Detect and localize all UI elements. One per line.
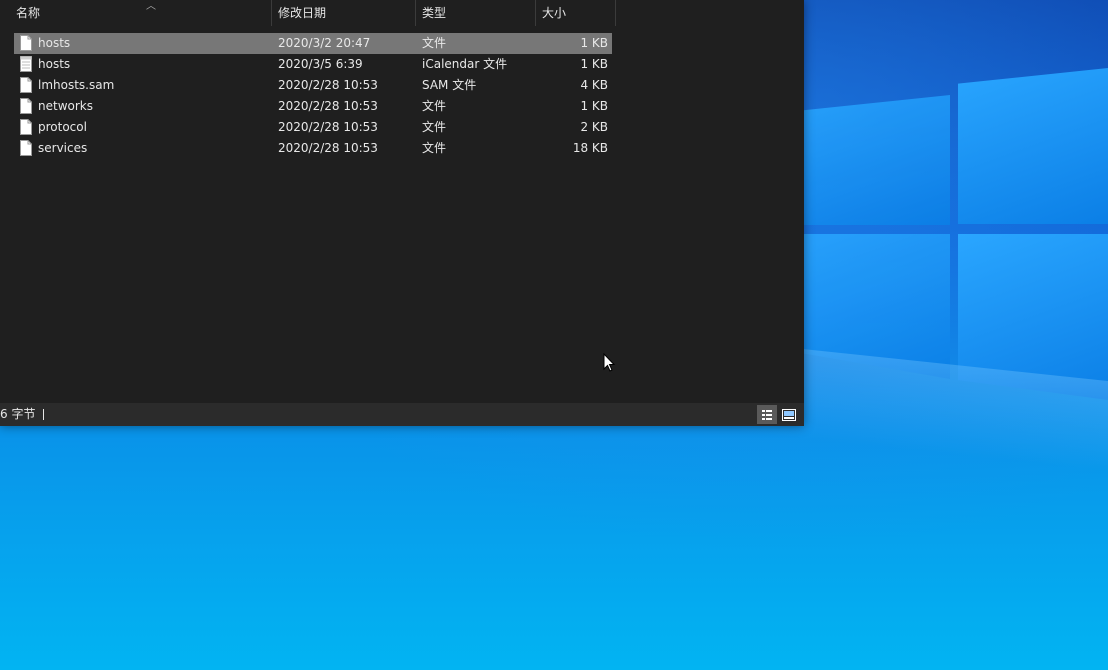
column-header-size[interactable]: 大小 (536, 0, 616, 26)
sort-ascending-icon: ︿ (146, 1, 156, 12)
file-type: SAM 文件 (422, 78, 477, 92)
file-icon (20, 35, 32, 51)
column-header-name[interactable]: 名称 ︿ (10, 0, 272, 26)
file-type: 文件 (422, 120, 447, 134)
file-name: hosts (38, 36, 71, 50)
file-row[interactable]: protocol 2020/2/28 10:53 文件 2 KB (14, 117, 612, 138)
file-name: lmhosts.sam (38, 78, 115, 92)
file-modified: 2020/2/28 10:53 (278, 120, 378, 134)
file-list: hosts 2020/3/2 20:47 文件 1 KB hosts 2020/… (14, 33, 612, 159)
details-view-button[interactable] (757, 405, 777, 424)
file-size: 1 KB (580, 36, 608, 50)
column-header: 名称 ︿ 修改日期 类型 大小 (0, 0, 616, 26)
file-modified: 2020/2/28 10:53 (278, 78, 378, 92)
file-row[interactable]: lmhosts.sam 2020/2/28 10:53 SAM 文件 4 KB (14, 75, 612, 96)
file-type: 文件 (422, 141, 447, 155)
file-icon (20, 119, 32, 135)
file-modified: 2020/2/28 10:53 (278, 99, 378, 113)
file-type: 文件 (422, 36, 447, 50)
file-explorer-window: 名称 ︿ 修改日期 类型 大小 hosts 2020/3/2 20:47 文件 … (0, 0, 804, 426)
file-name: protocol (38, 120, 87, 134)
file-type: 文件 (422, 99, 447, 113)
file-name: hosts (38, 57, 71, 71)
file-modified: 2020/3/2 20:47 (278, 36, 371, 50)
calendar-file-icon (20, 56, 32, 72)
column-header-modified[interactable]: 修改日期 (272, 0, 416, 26)
file-size: 1 KB (580, 99, 608, 113)
file-row[interactable]: hosts 2020/3/2 20:47 文件 1 KB (14, 33, 612, 54)
column-size-label: 大小 (542, 6, 567, 20)
file-type: iCalendar 文件 (422, 57, 508, 71)
file-row[interactable]: networks 2020/2/28 10:53 文件 1 KB (14, 96, 612, 117)
status-separator (43, 409, 44, 420)
file-size: 4 KB (580, 78, 608, 92)
file-size: 1 KB (580, 57, 608, 71)
file-size: 2 KB (580, 120, 608, 134)
file-icon (20, 77, 32, 93)
file-icon (20, 98, 32, 114)
status-bar: 6 字节 (0, 403, 804, 426)
file-icon (20, 140, 32, 156)
column-header-type[interactable]: 类型 (416, 0, 536, 26)
large-icons-view-icon (782, 408, 796, 421)
file-size: 18 KB (572, 141, 608, 155)
file-modified: 2020/3/5 6:39 (278, 57, 363, 71)
details-view-icon (762, 409, 772, 420)
file-modified: 2020/2/28 10:53 (278, 141, 378, 155)
column-modified-label: 修改日期 (278, 6, 327, 20)
file-row[interactable]: hosts 2020/3/5 6:39 iCalendar 文件 1 KB (14, 54, 612, 75)
column-type-label: 类型 (422, 6, 447, 20)
column-name-label: 名称 (16, 6, 41, 20)
windows-logo-pane-top-left (800, 95, 950, 225)
file-name: networks (38, 99, 93, 113)
large-icons-view-button[interactable] (779, 405, 799, 424)
windows-logo-pane-top-right (958, 68, 1108, 224)
file-name: services (38, 141, 88, 155)
status-selection-size: 6 字节 (0, 407, 36, 421)
mouse-cursor-icon (603, 353, 616, 372)
file-row[interactable]: services 2020/2/28 10:53 文件 18 KB (14, 138, 612, 159)
